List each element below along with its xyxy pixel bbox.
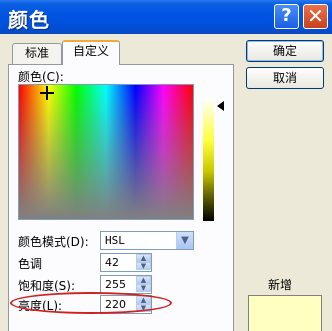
title-bar: 颜色 ? ✕ [0,0,332,34]
color-model-label: 颜色模式(D): [18,235,89,249]
tab-standard[interactable]: 标准 [12,43,62,64]
help-button[interactable]: ? [274,4,299,29]
saturation-spinner[interactable]: 255 ▲ ▼ [100,275,152,294]
hue-spinner[interactable]: 42 ▲ ▼ [100,253,152,272]
window-title: 颜色 [8,8,50,32]
saturation-label: 饱和度(S): [18,279,76,293]
hue-value: 42 [105,256,119,269]
hue-label: 色调 [18,257,43,271]
spin-up-icon[interactable]: ▲ [136,276,151,284]
cancel-button[interactable]: 取消 [246,67,324,89]
color-model-value: HSL [105,234,125,247]
spin-up-icon[interactable]: ▲ [136,254,151,262]
crosshair-icon[interactable] [40,86,54,100]
color-model-select[interactable]: HSL ▼ [100,231,194,250]
chevron-down-icon[interactable]: ▼ [176,232,193,249]
spin-down-icon[interactable]: ▼ [136,262,151,270]
new-color-swatch [248,295,322,331]
ok-button[interactable]: 确定 [246,40,324,62]
tab-custom[interactable]: 自定义 [62,40,120,65]
new-color-label: 新增 [268,278,293,292]
color-spectrum[interactable] [18,84,194,220]
close-button[interactable]: ✕ [303,4,328,29]
colors-label: 颜色(C): [18,70,64,84]
luminance-slider[interactable] [203,97,214,221]
spin-down-icon[interactable]: ▼ [136,284,151,292]
highlight-ellipse [10,292,172,314]
saturation-value: 255 [105,278,126,291]
slider-arrow-icon[interactable] [217,101,224,111]
